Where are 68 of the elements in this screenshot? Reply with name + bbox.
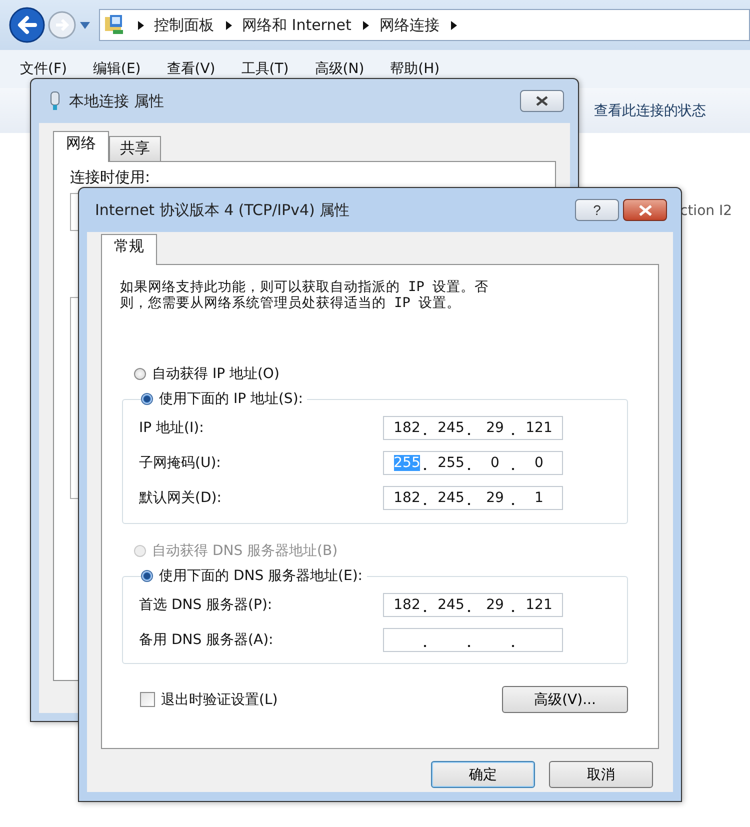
window-title: 本地连接 属性: [69, 92, 165, 110]
octet-text: 182: [394, 420, 420, 436]
ip-address-field[interactable]: 255 255 0 0: [383, 450, 563, 474]
checkbox-option[interactable]: 退出时验证设置(L): [140, 690, 278, 708]
field-label: IP 地址(I):: [139, 418, 204, 436]
octet-text: 0: [490, 454, 500, 470]
toolbar-button[interactable]: 查看此连接的状态: [594, 102, 706, 120]
chevron-icon[interactable]: [226, 20, 232, 30]
close-icon: [638, 204, 652, 216]
octet-text: 255: [394, 454, 420, 470]
octet-text: 29: [486, 596, 504, 612]
dialog-button[interactable]: 确定: [431, 761, 535, 788]
advanced-button[interactable]: 高级(V)...: [502, 686, 628, 713]
chevron-icon[interactable]: [363, 20, 370, 30]
breadcrumb[interactable]: 网络和 Internet: [242, 16, 352, 34]
menu-item[interactable]: 文件(F): [20, 60, 67, 78]
window-title: Internet 协议版本 4 (TCP/IPv4) 属性: [95, 200, 351, 220]
network-folder-icon: [104, 14, 126, 36]
radio-button[interactable]: [141, 570, 153, 582]
octet-text: 121: [526, 596, 552, 612]
breadcrumb[interactable]: 网络连接: [379, 16, 440, 34]
octet-text: 1: [534, 490, 544, 506]
radio-button[interactable]: [141, 393, 153, 405]
field-label: 子网掩码(U):: [139, 454, 221, 472]
close-button[interactable]: [520, 90, 564, 112]
octet-text: 245: [438, 420, 464, 436]
menu-item[interactable]: 高级(N): [314, 60, 364, 78]
tab[interactable]: 网络: [53, 131, 109, 162]
octet-text: 182: [394, 596, 420, 612]
octet-text: 182: [394, 490, 420, 506]
ip-address-field[interactable]: 182 245 29 121: [383, 592, 563, 616]
back-button[interactable]: [8, 6, 46, 44]
octet-text: 121: [526, 420, 552, 436]
chevron-icon[interactable]: [451, 20, 458, 30]
close-button[interactable]: [623, 199, 667, 221]
octet-text: 29: [486, 420, 504, 436]
breadcrumb[interactable]: 控制面板: [154, 16, 214, 34]
tab[interactable]: 共享: [109, 136, 161, 161]
field-label: 默认网关(D):: [139, 488, 222, 506]
dialog-button[interactable]: 取消: [549, 761, 653, 788]
octet-text: 255: [438, 454, 464, 470]
field-label: 首选 DNS 服务器(P):: [139, 596, 272, 614]
octet-text: 0: [534, 454, 544, 470]
octet-text: 245: [438, 596, 464, 612]
radio-option[interactable]: 使用下面的 IP 地址(S):: [141, 388, 303, 410]
octet-text: 29: [486, 490, 504, 506]
radio-option[interactable]: 使用下面的 DNS 服务器地址(E):: [141, 565, 363, 587]
ip-address-field[interactable]: [383, 628, 563, 652]
connect-using-label: 连接时使用:: [70, 168, 152, 187]
chevron-icon[interactable]: [138, 20, 144, 30]
address-bar[interactable]: 控制面板 网络和 Internet 网络连接: [99, 9, 750, 41]
dropdown-caret-icon[interactable]: [80, 22, 90, 28]
checkbox[interactable]: [140, 692, 155, 707]
radio-option[interactable]: 自动获得 IP 地址(O): [134, 363, 642, 385]
network-adapter-icon: [49, 91, 61, 111]
close-icon: [536, 96, 548, 106]
help-button[interactable]: ?: [575, 199, 619, 221]
octet-text: 245: [438, 490, 464, 506]
radio-button[interactable]: [134, 368, 146, 380]
menu-item[interactable]: 工具(T): [241, 60, 289, 78]
menu-item[interactable]: 查看(V): [166, 60, 216, 78]
field-label: 备用 DNS 服务器(A):: [139, 630, 274, 648]
menu-item[interactable]: 帮助(H): [390, 60, 440, 78]
description-text: 如果网络支持此功能，则可以获取自动指派的 IP 设置。否则，您需要从网络系统管理员处获得适当的 IP 设置。: [120, 279, 490, 311]
tab[interactable]: 常规: [101, 234, 157, 265]
ip-address-field[interactable]: 182 245 29 121: [383, 416, 563, 440]
ip-address-field[interactable]: 182 245 29 1: [383, 486, 563, 510]
menu-item[interactable]: 编辑(E): [92, 60, 141, 78]
